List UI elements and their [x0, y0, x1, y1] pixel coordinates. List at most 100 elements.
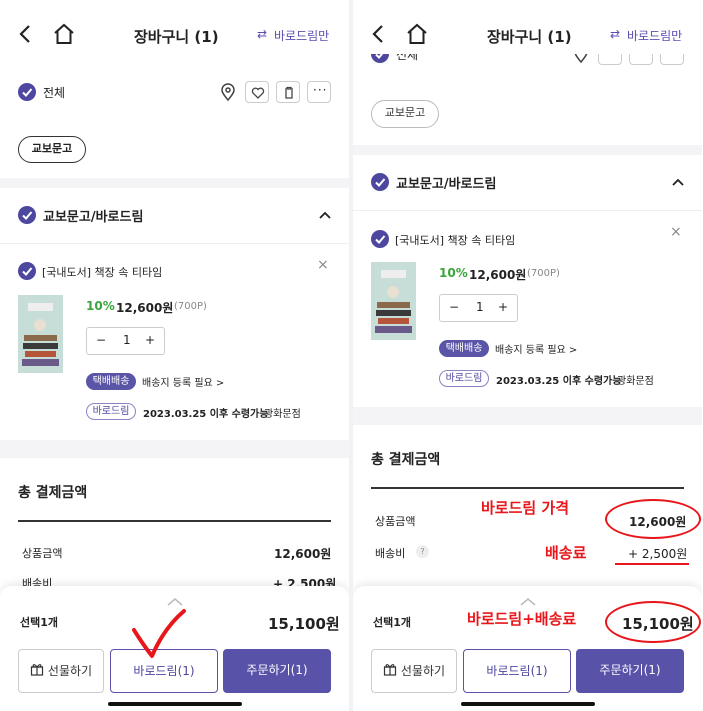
home-indicator — [108, 702, 242, 706]
annotation-baro-plus-shipping: 바로드림+배송료 — [467, 610, 577, 628]
total-title: 총 결제금액 — [18, 485, 88, 501]
item-title[interactable]: [국내도서] 책장 속 티타임 — [42, 264, 162, 280]
minus-button[interactable]: − — [449, 300, 459, 314]
delete-button[interactable] — [629, 54, 653, 65]
item-checkbox[interactable] — [371, 230, 389, 248]
total-amount: 15,100원 — [268, 615, 340, 633]
order-button[interactable]: 주문하기(1) — [576, 649, 684, 693]
chevron-up-icon[interactable] — [519, 592, 537, 606]
baro-date: 2023.03.25 이후 수령가능 — [143, 409, 269, 420]
bottom-sheet: 선택1개 바로드림+배송료 15,100원 선물하기 바로드림(1) 주문하기(… — [353, 586, 702, 711]
page-title: 장바구니 (1) — [134, 28, 219, 46]
annotation-baro-price: 바로드림 가격 — [481, 499, 570, 517]
back-icon[interactable] — [371, 24, 387, 44]
select-all-label: 전체 — [43, 86, 66, 100]
select-all-label: 전체 — [396, 54, 419, 62]
baro-only-toggle[interactable]: ⇄ 바로드림만 — [257, 27, 337, 43]
plus-button[interactable]: + — [498, 300, 508, 314]
section-divider — [0, 440, 349, 458]
baro-only-label: 바로드림만 — [627, 29, 683, 43]
baro-only-label: 바로드림만 — [274, 29, 330, 43]
quantity-value[interactable]: 1 — [123, 333, 131, 347]
cart-screen-left: 장바구니 (1) ⇄ 바로드림만 전체 ··· 교보문고 교보문고/바로드림 [… — [0, 0, 349, 711]
gift-label: 선물하기 — [47, 664, 93, 678]
cart-screen-right: 장바구니 (1) ⇄ 바로드림만 전체 ··· 교보문고 교보문고/바로드림 [… — [353, 0, 702, 711]
scrolled-row-clip: 전체 ··· — [353, 54, 702, 72]
delete-button[interactable] — [276, 81, 300, 103]
chevron-up-icon[interactable] — [671, 174, 685, 188]
total-line — [371, 487, 684, 489]
total-line — [18, 520, 331, 522]
item-price: 12,600원 — [116, 301, 174, 315]
baro-only-toggle[interactable]: ⇄ 바로드림만 — [610, 27, 690, 43]
delivery-address-link[interactable]: 배송지 등록 필요 > — [142, 374, 224, 389]
selected-count: 선택1개 — [20, 616, 59, 629]
more-button[interactable]: ··· — [307, 81, 331, 103]
shipping-value: + 2,500원 — [628, 547, 688, 561]
quantity-stepper: − 1 + — [439, 294, 518, 322]
section-title: 교보문고/바로드림 — [396, 177, 497, 192]
red-checkmark-annotation — [130, 608, 188, 660]
product-amount-label: 상품금액 — [22, 547, 63, 560]
annotation-circle-total — [605, 601, 701, 643]
item-price: 12,600원 — [469, 268, 527, 282]
wishlist-button[interactable] — [598, 54, 622, 65]
swap-icon: ⇄ — [257, 27, 268, 41]
section-title: 교보문고/바로드림 — [43, 210, 144, 225]
home-icon[interactable] — [52, 22, 76, 46]
section-checkbox[interactable] — [371, 173, 389, 191]
more-button[interactable]: ··· — [660, 54, 684, 65]
swap-icon: ⇄ — [610, 27, 621, 41]
page-title: 장바구니 (1) — [487, 28, 572, 46]
gift-icon — [30, 651, 44, 693]
gift-icon — [383, 651, 397, 693]
quantity-stepper: − 1 + — [86, 327, 165, 355]
baro-store: 광화문점 — [617, 376, 654, 387]
location-icon[interactable] — [220, 83, 236, 102]
selected-count: 선택1개 — [373, 616, 412, 629]
gift-button[interactable]: 선물하기 — [18, 649, 104, 693]
wishlist-button[interactable] — [245, 81, 269, 103]
remove-item-icon[interactable]: × — [670, 224, 682, 240]
minus-button[interactable]: − — [96, 333, 106, 347]
baro-tag: 바로드림 — [86, 403, 136, 420]
baro-date: 2023.03.25 이후 수령가능 — [496, 376, 622, 387]
store-filter-chip[interactable]: 교보문고 — [371, 100, 439, 128]
back-icon[interactable] — [18, 24, 34, 44]
remove-item-icon[interactable]: × — [317, 257, 329, 273]
section-checkbox[interactable] — [18, 206, 36, 224]
quantity-value[interactable]: 1 — [476, 300, 484, 314]
gift-button[interactable]: 선물하기 — [371, 649, 457, 693]
section-divider — [353, 145, 702, 155]
help-icon[interactable]: ? — [416, 545, 429, 558]
baro-tag: 바로드림 — [439, 370, 489, 387]
item-checkbox[interactable] — [18, 262, 36, 280]
select-all-checkbox[interactable] — [371, 54, 389, 63]
delivery-address-link[interactable]: 배송지 등록 필요 > — [495, 341, 577, 356]
baro-store: 광화문점 — [264, 409, 301, 420]
home-icon[interactable] — [405, 22, 429, 46]
location-icon[interactable] — [573, 54, 589, 64]
heart-icon — [251, 87, 265, 99]
chevron-up-icon[interactable] — [318, 207, 332, 221]
delivery-tag: 택배배송 — [86, 373, 136, 390]
product-amount-label: 상품금액 — [375, 515, 416, 528]
more-icon: ··· — [666, 54, 677, 59]
section-line — [0, 243, 349, 244]
order-button[interactable]: 주문하기(1) — [223, 649, 331, 693]
product-amount-value: 12,600원 — [274, 547, 332, 561]
chevron-up-icon[interactable] — [166, 592, 184, 606]
baro-button[interactable]: 바로드림(1) — [463, 649, 571, 693]
more-icon: ··· — [313, 83, 328, 97]
store-filter-chip[interactable]: 교보문고 — [18, 136, 86, 163]
book-cover-image[interactable] — [371, 262, 416, 340]
home-indicator — [461, 702, 595, 706]
plus-button[interactable]: + — [145, 333, 155, 347]
annotation-shipping-fee: 배송료 — [545, 544, 587, 562]
gift-label: 선물하기 — [400, 664, 446, 678]
section-divider — [0, 178, 349, 188]
select-all-checkbox[interactable] — [18, 83, 36, 101]
shipping-label: 배송비 — [375, 547, 406, 560]
book-cover-image[interactable] — [18, 295, 63, 373]
item-title[interactable]: [국내도서] 책장 속 티타임 — [395, 232, 515, 248]
